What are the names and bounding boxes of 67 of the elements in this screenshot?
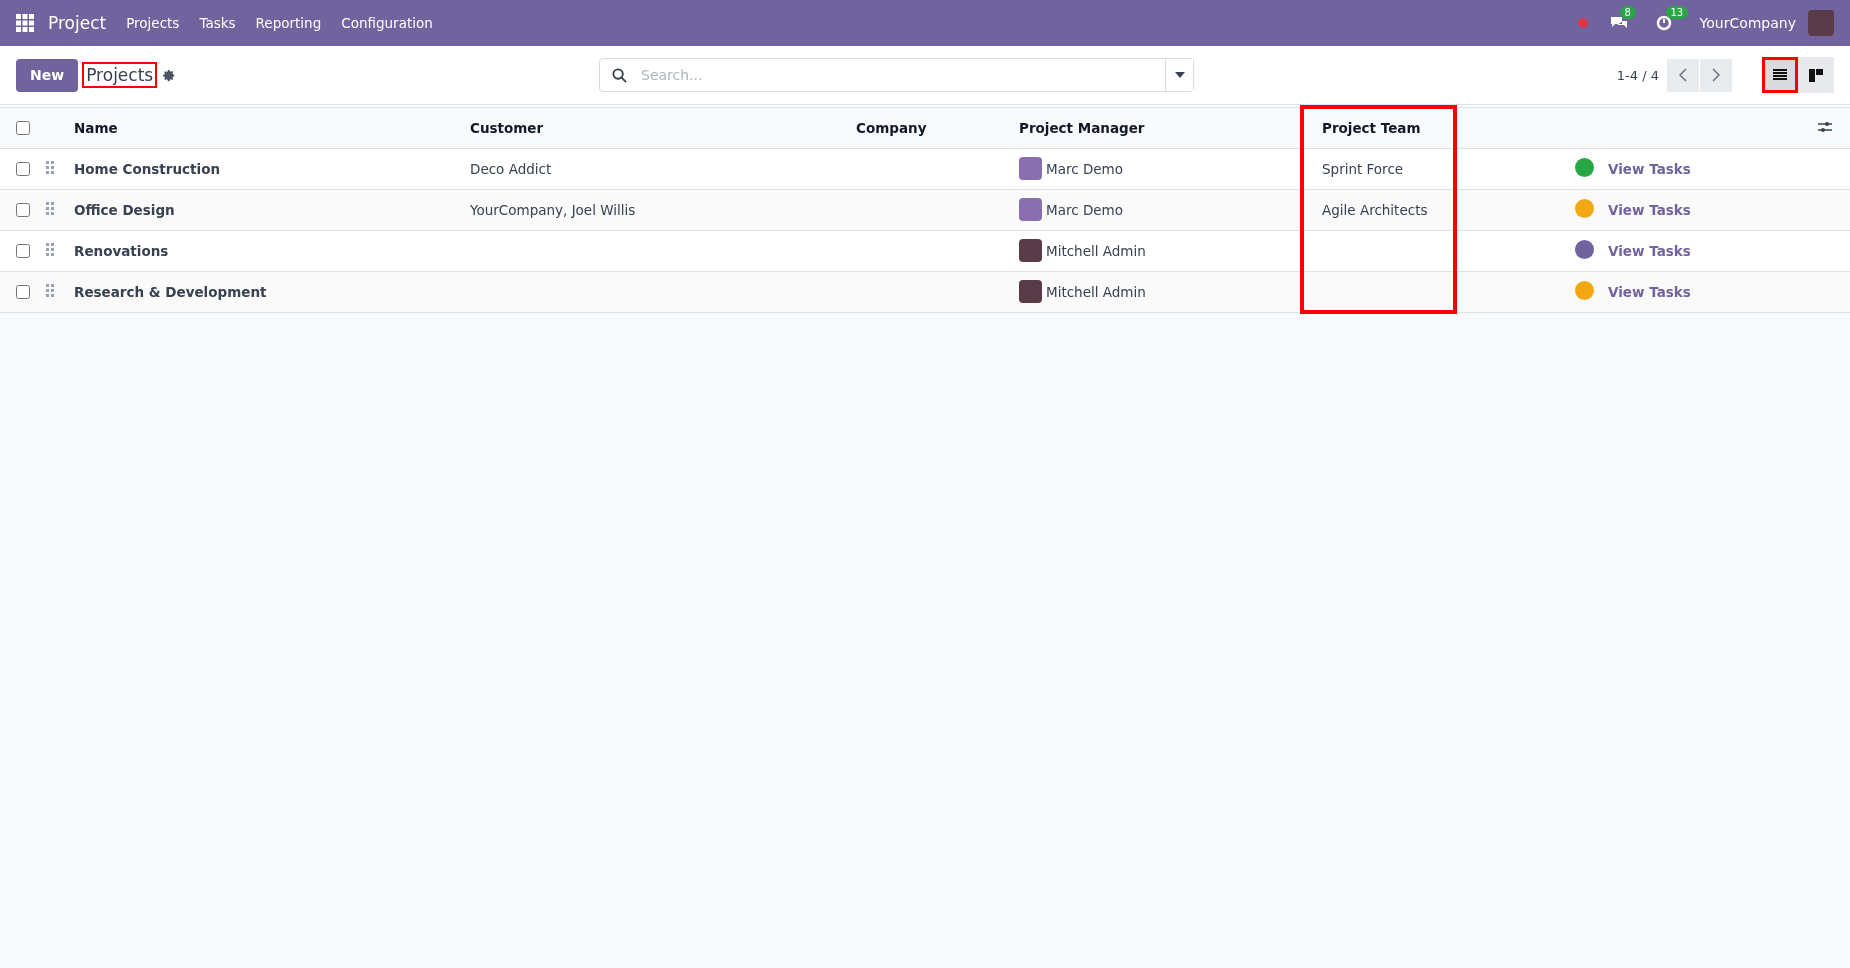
column-header[interactable]: Project Team	[1302, 107, 1455, 148]
status-dot-icon	[1577, 18, 1588, 28]
column-header[interactable]: Name	[66, 107, 462, 148]
message-count: 8	[1619, 6, 1636, 19]
avatar-icon	[1019, 280, 1042, 303]
avatar-icon	[1019, 157, 1042, 180]
row-checkbox[interactable]	[16, 243, 30, 258]
avatar-icon	[1019, 198, 1042, 221]
search-bar[interactable]: Search...	[599, 58, 1194, 92]
list-view-button[interactable]	[1762, 57, 1798, 93]
company-name[interactable]: YourCompany	[1699, 15, 1796, 31]
drag-handle-icon[interactable]	[46, 201, 54, 215]
search-field[interactable]: Search...	[639, 59, 1165, 91]
view-tasks-link[interactable]: View Tasks	[1608, 160, 1691, 177]
row-checkbox[interactable]	[16, 202, 30, 217]
kanban-view-button[interactable]	[1798, 57, 1834, 93]
table-cell: Sprint Force	[1322, 160, 1404, 177]
chevron-right-icon	[1712, 68, 1720, 82]
pager-value[interactable]: 1-4 / 4	[1616, 67, 1659, 83]
table-cell: Deco Addict	[470, 160, 552, 177]
caret-icon	[1174, 72, 1185, 78]
app-name[interactable]: Project	[48, 13, 107, 33]
table-cell: YourCompany, Joel Willis	[470, 201, 636, 218]
avatar-icon	[1019, 239, 1042, 262]
row-checkbox[interactable]	[16, 284, 30, 299]
status-dot[interactable]	[1575, 157, 1594, 177]
previous-button[interactable]	[1667, 58, 1699, 92]
apps-grid-icon[interactable]	[16, 14, 34, 32]
column-settings-icon[interactable]	[1818, 120, 1832, 133]
column-header[interactable]: Customer	[462, 107, 848, 148]
menu-item[interactable]: Tasks	[199, 15, 236, 31]
list-icon	[1773, 69, 1787, 81]
table-cell: Mitchell Admin	[1046, 242, 1146, 259]
drag-handle-icon[interactable]	[46, 160, 54, 174]
table-cell: Agile Architects	[1322, 201, 1428, 218]
kanban-icon	[1809, 68, 1823, 82]
menu-item[interactable]: Configuration	[341, 15, 433, 31]
view-tasks-link[interactable]: View Tasks	[1608, 242, 1691, 259]
table-cell: Research & Development	[74, 283, 267, 300]
clock-icon[interactable]	[1655, 15, 1672, 31]
search-dropdown-button[interactable]	[1165, 59, 1193, 91]
view-tasks-link[interactable]: View Tasks	[1608, 283, 1691, 300]
table-cell: Marc Demo	[1046, 160, 1123, 177]
new-button[interactable]: New	[16, 58, 79, 92]
table-cell: Home Construction	[74, 160, 220, 177]
settings-icon[interactable]	[163, 68, 177, 82]
status-dot[interactable]	[1575, 198, 1594, 218]
select-all-checkbox[interactable]	[16, 120, 30, 135]
search-icon	[612, 67, 627, 83]
breadcrumb-title: Projects	[82, 62, 158, 88]
table-cell: Renovations	[74, 242, 169, 259]
menu-item[interactable]: Projects	[126, 15, 180, 31]
table-cell: Marc Demo	[1046, 201, 1123, 218]
activity-count: 13	[1665, 6, 1689, 19]
table-cell: Office Design	[74, 201, 175, 218]
chevron-left-icon	[1679, 68, 1687, 82]
status-dot[interactable]	[1575, 239, 1594, 259]
menu-item[interactable]: Reporting	[255, 15, 322, 31]
drag-handle-icon[interactable]	[46, 242, 54, 256]
column-header[interactable]: Company	[848, 107, 1011, 148]
view-tasks-link[interactable]: View Tasks	[1608, 201, 1691, 218]
status-dot[interactable]	[1575, 280, 1594, 300]
drag-handle-icon[interactable]	[46, 283, 54, 297]
next-button[interactable]	[1700, 58, 1732, 92]
column-header[interactable]: Project Manager	[1011, 107, 1302, 148]
table-cell: Mitchell Admin	[1046, 283, 1146, 300]
row-checkbox[interactable]	[16, 161, 30, 176]
